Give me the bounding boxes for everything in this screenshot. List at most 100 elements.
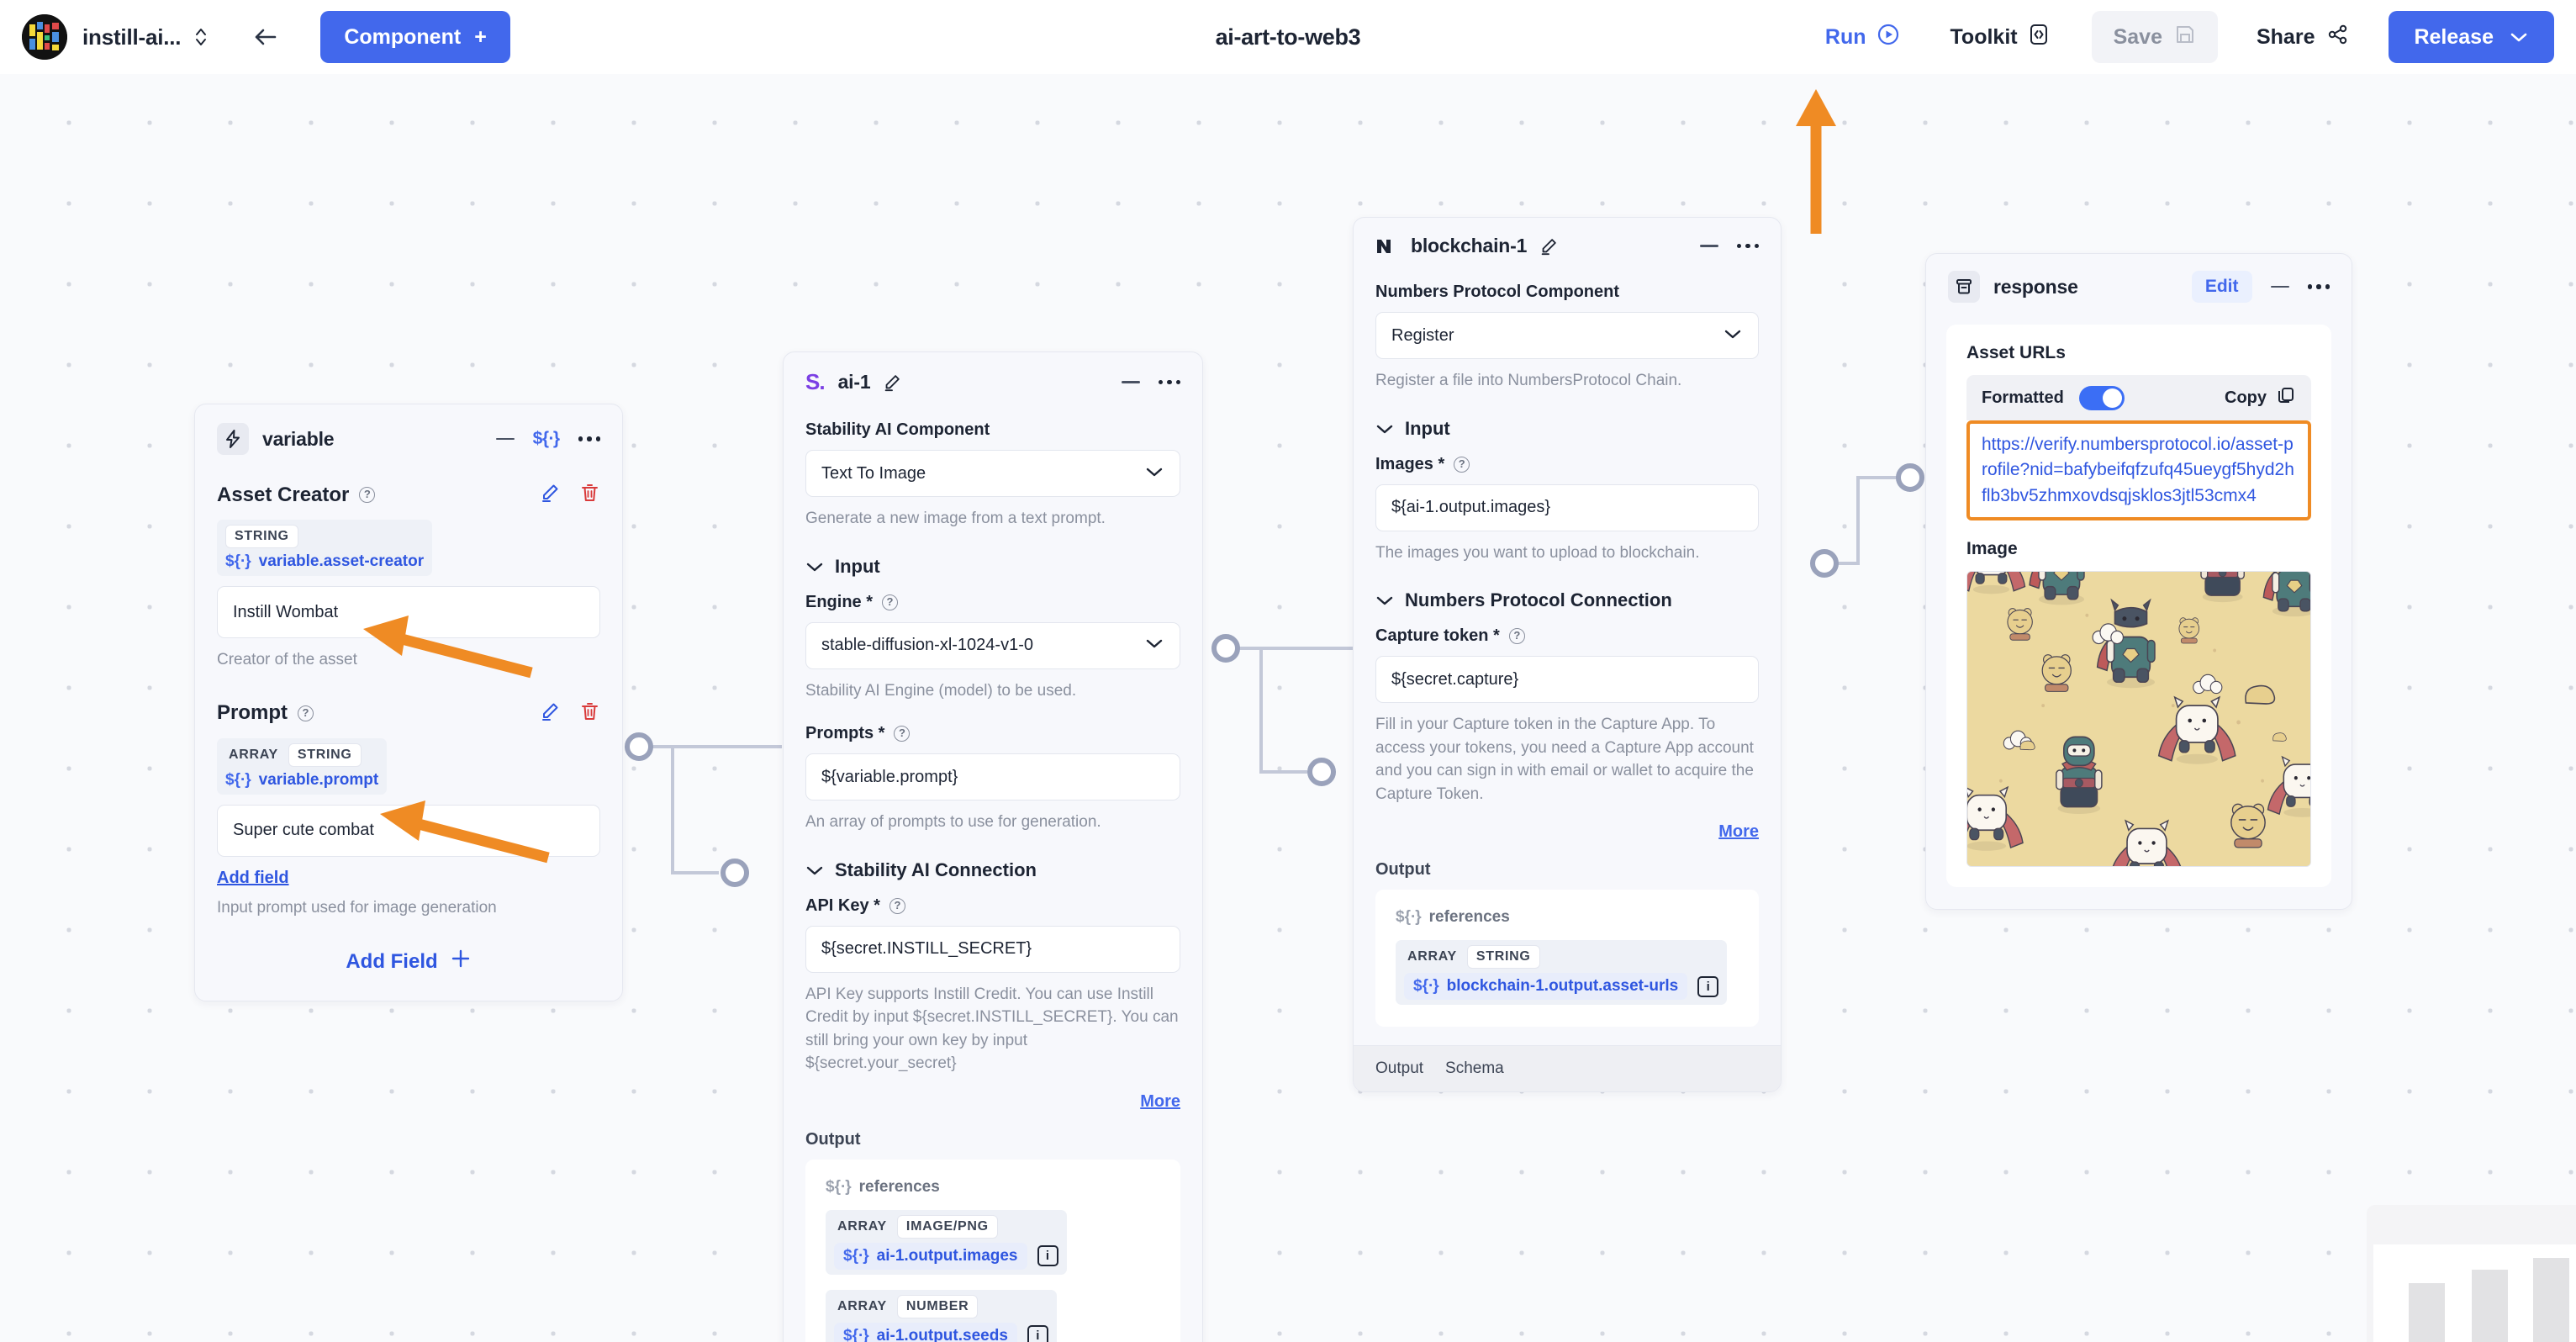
share-button[interactable]: Share	[2236, 23, 2370, 52]
asset-url-value[interactable]: https://verify.numbersprotocol.io/asset-…	[1966, 420, 2311, 521]
top-toolbar: instill-ai... Component + ai-art-to-web3…	[0, 0, 2576, 74]
node-blockchain-1[interactable]: blockchain-1 Numbers Protocol Component …	[1353, 217, 1782, 1093]
toolkit-button[interactable]: Toolkit	[1929, 23, 2072, 52]
edit-name-icon[interactable]	[882, 372, 902, 393]
chevron-down-icon	[1375, 418, 1394, 440]
type-tag: ARRAY	[1407, 949, 1457, 964]
back-arrow-icon[interactable]	[250, 24, 282, 50]
field-type-tags: ARRAY STRING ${∙} variable.prompt	[217, 737, 388, 795]
references-label: references	[1428, 908, 1510, 927]
chevron-down-icon	[805, 556, 824, 578]
help-icon[interactable]: ?	[1454, 456, 1470, 473]
collapse-icon[interactable]	[1699, 245, 1718, 247]
help-icon[interactable]: ?	[894, 726, 911, 742]
org-switcher-icon[interactable]	[193, 24, 209, 50]
engine-hint: Stability AI Engine (model) to be used.	[805, 681, 1077, 700]
chevron-down-icon	[1144, 464, 1164, 483]
handle	[1211, 634, 1240, 663]
node-ai-1[interactable]: S. ai-1 Stability AI Component Text To I…	[783, 351, 1203, 1342]
panel-chart-area	[2373, 1244, 2576, 1342]
input-group-header[interactable]: Input	[805, 556, 1180, 578]
formatted-toggle[interactable]	[2078, 385, 2125, 410]
capture-token-input[interactable]: ${secret.capture}	[1375, 656, 1759, 704]
chevron-down-icon	[1375, 589, 1394, 611]
prompts-label: Prompts *?	[805, 724, 1180, 743]
add-field-button[interactable]: Add Field	[217, 948, 600, 975]
add-field-link[interactable]: Add field	[217, 869, 289, 888]
component-select[interactable]: Register	[1375, 312, 1759, 359]
info-icon[interactable]: i	[1027, 1325, 1048, 1342]
variable-field: Prompt ? ARRAY STRING ${∙} variable.prom…	[217, 700, 600, 920]
field-hint: Creator of the asset	[217, 651, 357, 668]
asset-creator-input[interactable]: Instill Wombat	[217, 586, 600, 638]
output-reference[interactable]: blockchain-1.output.asset-urls	[1447, 977, 1679, 996]
more-options-icon[interactable]	[1736, 243, 1759, 249]
help-icon[interactable]: ?	[1508, 628, 1525, 645]
info-icon[interactable]: i	[1697, 975, 1719, 997]
prompt-input[interactable]: Super cute combat	[217, 804, 600, 857]
component-select-value: Register	[1391, 325, 1454, 345]
output-reference[interactable]: ai-1.output.seeds	[877, 1327, 1008, 1342]
prompts-input[interactable]: ${variable.prompt}	[805, 753, 1180, 801]
help-icon[interactable]: ?	[882, 594, 899, 610]
node-response[interactable]: response Edit Asset URLs Formatted Copy	[1925, 253, 2352, 911]
edit-button[interactable]: Edit	[2191, 271, 2252, 303]
release-button[interactable]: Release	[2389, 11, 2554, 63]
help-icon[interactable]: ?	[889, 897, 905, 914]
delete-field-icon[interactable]	[579, 482, 600, 508]
chevron-down-icon	[1723, 326, 1743, 346]
edit-field-icon[interactable]	[539, 482, 561, 508]
api-key-label: API Key *?	[805, 896, 1180, 916]
collapse-icon[interactable]	[2270, 285, 2289, 288]
reference-icon[interactable]: ${∙}	[533, 429, 560, 449]
engine-select[interactable]: stable-diffusion-xl-1024-v1-0	[805, 621, 1180, 669]
collapse-icon[interactable]	[495, 437, 515, 441]
more-options-icon[interactable]	[1158, 379, 1180, 385]
api-key-input[interactable]: ${secret.INSTILL_SECRET}	[805, 925, 1180, 973]
images-label: Images *?	[1375, 455, 1759, 474]
pipeline-canvas[interactable]: variable ${∙} Asset Creator ? STRING ${∙…	[0, 74, 2576, 1342]
org-logo	[22, 14, 67, 60]
connection-group-header[interactable]: Numbers Protocol Connection	[1375, 589, 1759, 611]
type-tag: STRING	[225, 525, 298, 548]
field-reference[interactable]: variable.prompt	[259, 771, 379, 790]
tab-schema[interactable]: Schema	[1445, 1059, 1504, 1078]
type-tag: IMAGE/PNG	[896, 1214, 998, 1239]
more-options-icon[interactable]	[578, 436, 600, 441]
more-link[interactable]: More	[1375, 822, 1759, 842]
more-options-icon[interactable]	[2307, 284, 2330, 289]
api-key-hint: API Key supports Instill Credit. You can…	[805, 985, 1179, 1073]
type-tag: STRING	[288, 742, 362, 767]
field-reference[interactable]: variable.asset-creator	[259, 552, 424, 571]
help-icon[interactable]: ?	[298, 705, 314, 721]
input-group-label: Input	[1405, 417, 1450, 439]
ai-node-header: S. ai-1	[784, 352, 1202, 395]
plus-icon	[450, 948, 472, 975]
plus-icon: +	[474, 24, 487, 49]
more-link[interactable]: More	[805, 1092, 1180, 1112]
delete-field-icon[interactable]	[579, 700, 600, 726]
output-reference[interactable]: ai-1.output.images	[877, 1247, 1018, 1265]
connection-group-header[interactable]: Stability AI Connection	[805, 859, 1180, 881]
component-select[interactable]: Text To Image	[805, 450, 1180, 497]
tab-output[interactable]: Output	[1375, 1059, 1423, 1078]
images-input[interactable]: ${ai-1.output.images}	[1375, 483, 1759, 531]
node-variable[interactable]: variable ${∙} Asset Creator ? STRING ${∙…	[194, 404, 623, 1002]
edit-name-icon[interactable]	[1539, 236, 1559, 256]
handle	[721, 859, 749, 887]
bottom-right-panel[interactable]	[2367, 1205, 2576, 1342]
info-icon[interactable]: i	[1037, 1245, 1058, 1267]
variable-field: Asset Creator ? STRING ${∙} variable.ass…	[217, 482, 600, 672]
run-button[interactable]: Run	[1813, 23, 1912, 52]
play-icon	[1877, 23, 1900, 52]
chart-bar	[2409, 1283, 2445, 1342]
copy-button[interactable]: Copy	[2225, 385, 2296, 410]
references-row: ${∙} references	[1396, 908, 1510, 927]
save-button[interactable]: Save	[2091, 11, 2218, 63]
help-icon[interactable]: ?	[359, 487, 376, 503]
add-component-button[interactable]: Component +	[320, 11, 510, 63]
edit-field-icon[interactable]	[539, 700, 561, 726]
collapse-icon[interactable]	[1121, 381, 1140, 383]
asset-creator-value: Instill Wombat	[233, 602, 339, 621]
input-group-header[interactable]: Input	[1375, 418, 1759, 440]
